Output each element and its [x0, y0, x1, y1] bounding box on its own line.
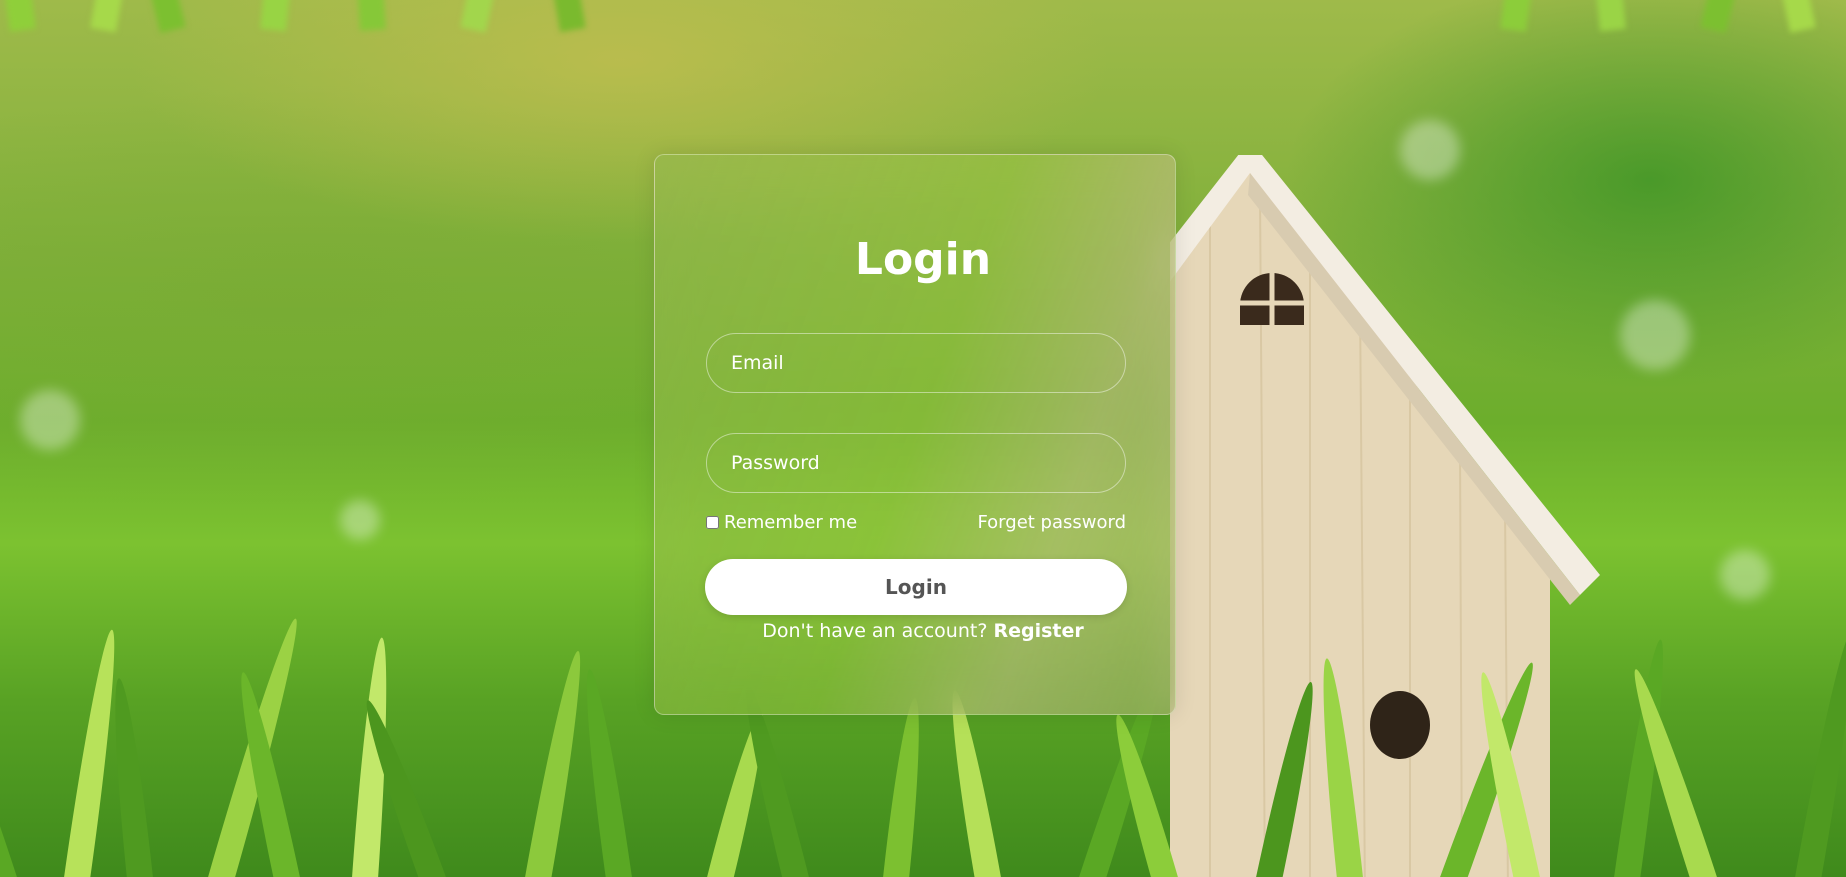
register-prompt-text: Don't have an account? — [762, 620, 988, 642]
login-title: Login — [854, 234, 992, 285]
remember-me-option[interactable]: Remember me — [706, 512, 857, 533]
bokeh-light — [1720, 550, 1770, 600]
background-scene: Login Remember me Forget password Login … — [0, 0, 1846, 877]
options-row: Remember me Forget password — [706, 512, 1126, 540]
bokeh-light — [1620, 300, 1690, 370]
bokeh-light — [340, 500, 380, 540]
password-input[interactable] — [706, 433, 1126, 493]
register-link[interactable]: Register — [993, 620, 1083, 642]
bokeh-light — [20, 390, 80, 450]
register-prompt-row: Don't have an account? Register — [0, 618, 1846, 644]
login-button[interactable]: Login — [705, 559, 1127, 615]
remember-me-checkbox[interactable] — [706, 516, 719, 529]
remember-me-label: Remember me — [724, 512, 858, 533]
forget-password-link[interactable]: Forget password — [977, 512, 1126, 533]
email-input[interactable] — [706, 333, 1126, 393]
